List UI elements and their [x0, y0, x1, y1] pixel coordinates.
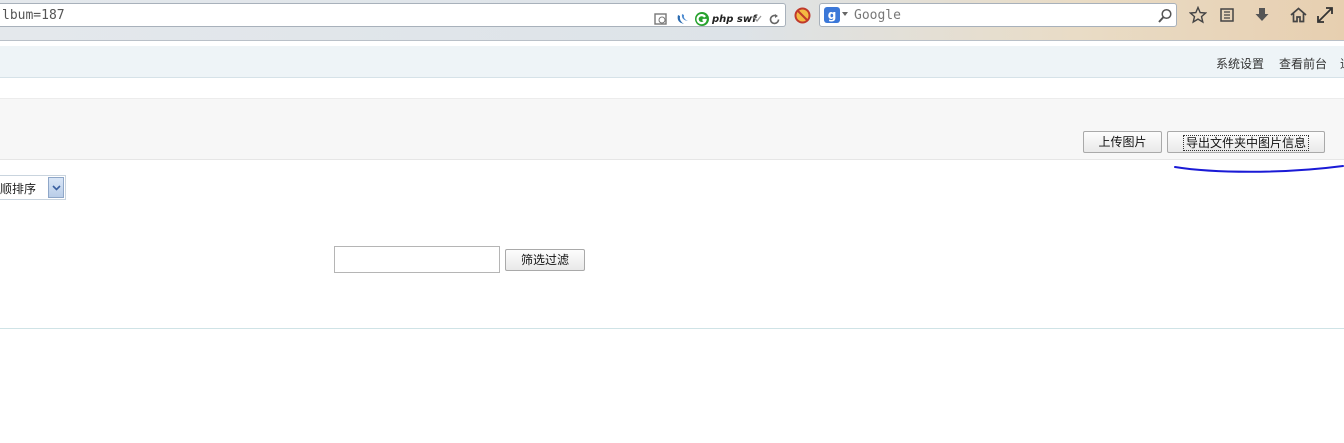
bookmarks-menu-icon[interactable]	[1219, 6, 1235, 24]
export-button-label: 导出文件夹中图片信息	[1182, 135, 1309, 151]
action-toolbar: 上传图片 导出文件夹中图片信息	[0, 128, 1344, 160]
filter-button[interactable]: 筛选过滤	[505, 249, 585, 271]
subheader-strip	[0, 98, 1344, 129]
block-addon-icon[interactable]	[794, 6, 811, 24]
fullscreen-icon[interactable]	[1316, 6, 1334, 24]
filter-input[interactable]	[334, 246, 500, 273]
view-frontend-link[interactable]: 查看前台	[1279, 55, 1327, 72]
url-bar[interactable]: lbum=187 php swf	[0, 3, 786, 27]
search-placeholder: Google	[854, 8, 901, 23]
browser-toolbar: lbum=187 php swf g Google	[0, 0, 1344, 41]
sort-order-select[interactable]: 顺排序	[0, 175, 66, 200]
downloads-icon[interactable]	[1254, 6, 1270, 24]
truncated-link[interactable]: 退	[1340, 55, 1344, 72]
sort-selected-value: 顺排序	[0, 182, 37, 196]
bookmark-star-icon[interactable]	[1189, 6, 1207, 24]
annotation-underline	[1174, 165, 1344, 173]
chevron-down-icon[interactable]	[48, 177, 64, 198]
reader-view-icon[interactable]	[654, 10, 668, 28]
google-engine-icon[interactable]: g	[824, 7, 840, 23]
green-g-icon[interactable]	[694, 10, 710, 28]
jquery-icon[interactable]	[675, 10, 691, 28]
php-swf-badge[interactable]: php swf	[712, 10, 756, 28]
system-settings-link[interactable]: 系统设置	[1216, 55, 1264, 72]
admin-header: 系统设置 查看前台 退	[0, 46, 1344, 78]
search-box[interactable]: g Google	[819, 3, 1177, 27]
content-divider	[0, 328, 1344, 329]
url-text: lbum=187	[2, 8, 65, 23]
engine-dropdown-icon[interactable]	[842, 12, 848, 16]
dropdown-arrow-icon[interactable]	[752, 10, 762, 28]
home-icon[interactable]	[1290, 6, 1307, 24]
upload-image-button[interactable]: 上传图片	[1083, 131, 1162, 153]
magnifier-icon[interactable]	[1157, 7, 1173, 25]
reload-icon[interactable]	[768, 10, 781, 28]
